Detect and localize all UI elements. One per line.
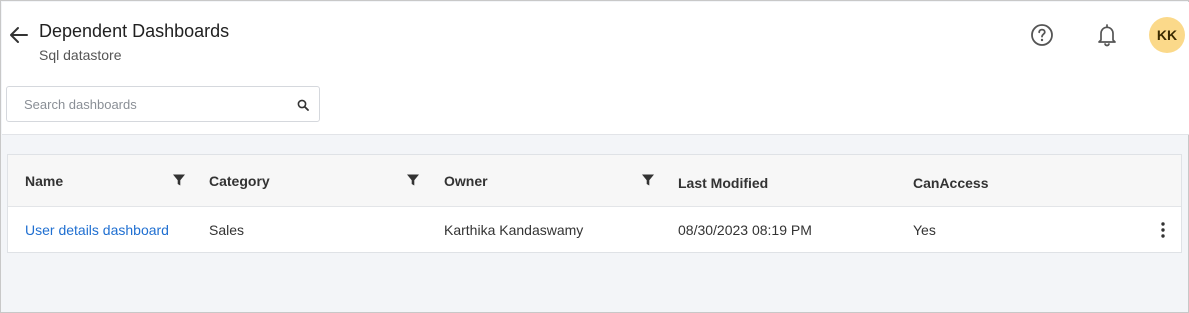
column-header-category[interactable]: Category: [209, 155, 270, 207]
table-header: Name Category Owner Last Modified CanAcc…: [8, 155, 1181, 207]
back-button[interactable]: [7, 23, 31, 47]
dashboard-name-link[interactable]: User details dashboard: [25, 207, 169, 252]
search-input[interactable]: [7, 87, 287, 121]
help-button[interactable]: [1029, 22, 1055, 48]
filter-icon[interactable]: [172, 173, 186, 187]
bell-icon: [1098, 24, 1116, 47]
notifications-button[interactable]: [1094, 22, 1120, 48]
page-subtitle: Sql datastore: [39, 47, 122, 63]
filter-icon[interactable]: [406, 173, 420, 187]
category-cell: Sales: [209, 221, 245, 238]
help-circle-icon: [1031, 24, 1053, 46]
page-frame: Dependent Dashboards Sql datastore KK Se…: [0, 0, 1189, 313]
column-header-can-access[interactable]: CanAccess: [913, 157, 989, 209]
page-header: Dependent Dashboards Sql datastore KK: [2, 2, 1189, 135]
column-header-name[interactable]: Name: [25, 155, 63, 207]
filter-icon[interactable]: [641, 173, 655, 187]
column-header-owner[interactable]: Owner: [444, 155, 488, 207]
page-title: Dependent Dashboards: [39, 21, 230, 41]
table-row[interactable]: User details dashboard Sales Karthika Ka…: [8, 207, 1181, 252]
user-avatar[interactable]: KK: [1149, 17, 1185, 53]
more-vertical-icon[interactable]: [1153, 220, 1173, 240]
owner-cell: Karthika Kandaswamy: [444, 221, 584, 238]
dashboards-table: Name Category Owner Last Modified CanAcc…: [7, 154, 1182, 253]
column-header-last-modified[interactable]: Last Modified: [678, 157, 768, 209]
search-icon[interactable]: [296, 98, 310, 112]
search-box: [6, 86, 320, 122]
last-modified-cell: 08/30/2023 08:19 PM: [678, 221, 812, 238]
arrow-left-icon: [10, 27, 28, 43]
can-access-cell: Yes: [913, 221, 936, 238]
